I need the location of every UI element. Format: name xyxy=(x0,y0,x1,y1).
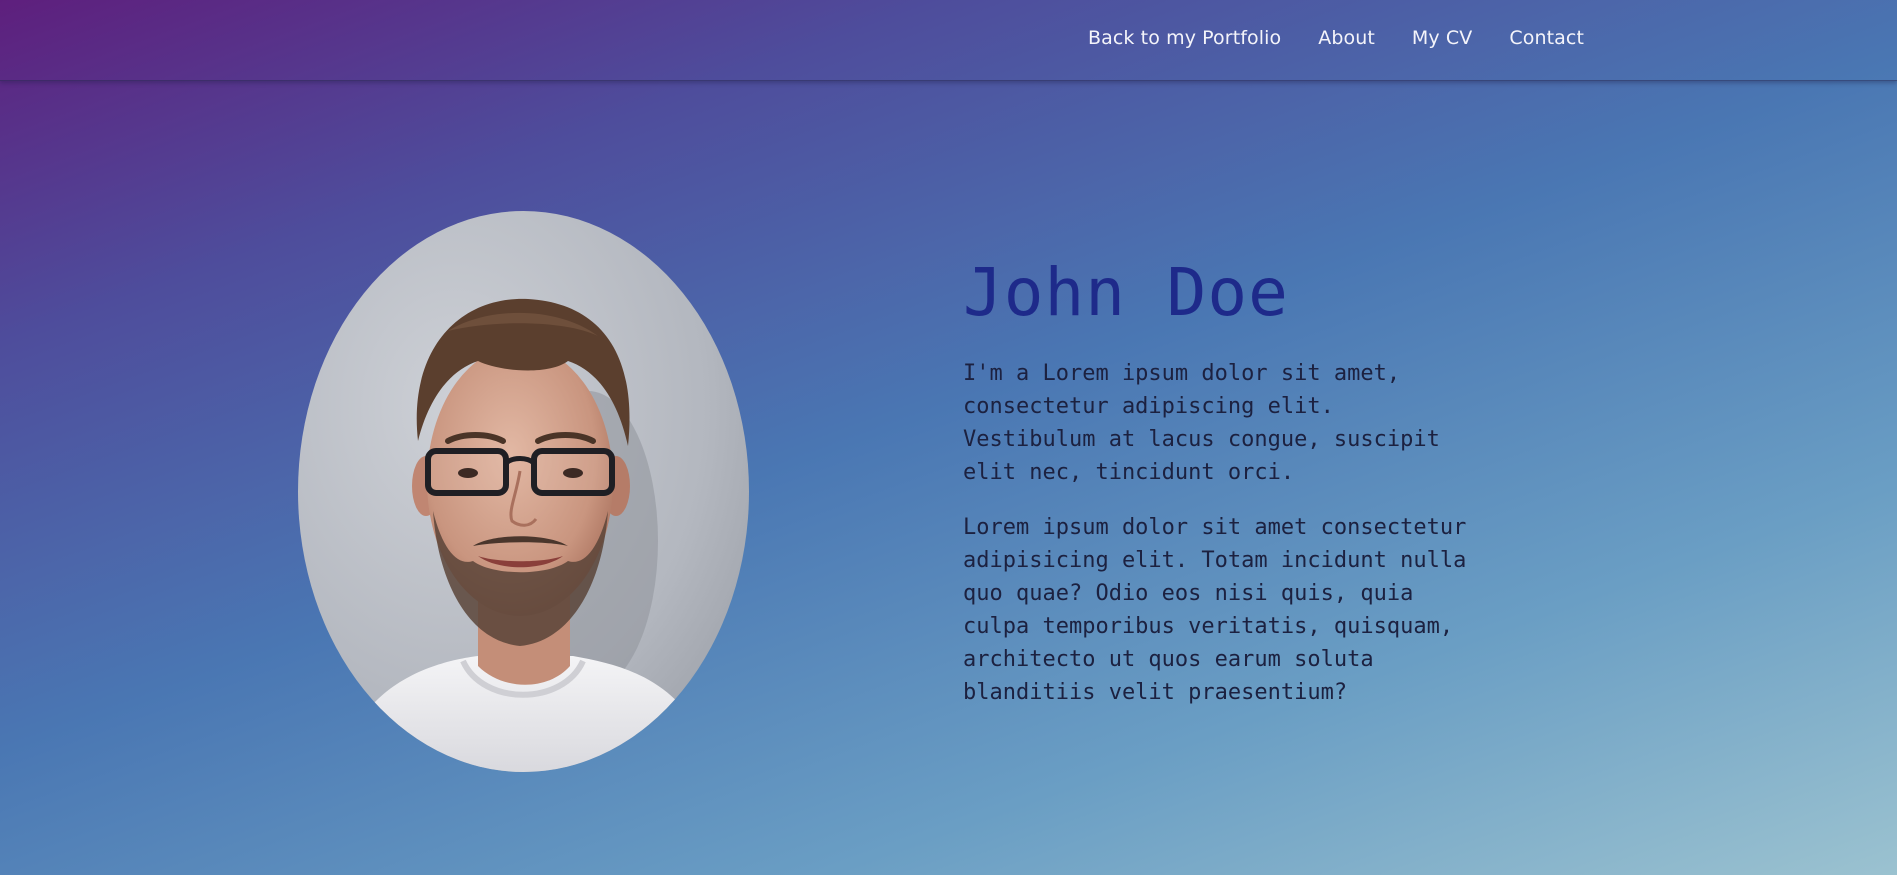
bio-paragraph-2: Lorem ipsum dolor sit amet consectetur a… xyxy=(963,515,1467,705)
nav-link-portfolio[interactable]: Back to my Portfolio xyxy=(1088,27,1281,49)
nav-link-contact[interactable]: Contact xyxy=(1509,27,1584,49)
profile-photo xyxy=(298,211,749,772)
nav-links: Back to my Portfolio About My CV Contact xyxy=(1088,27,1584,49)
navbar: Back to my Portfolio About My CV Contact xyxy=(0,0,1897,81)
nav-link-about[interactable]: About xyxy=(1318,27,1375,49)
profile-name: John Doe xyxy=(963,254,1289,331)
bio-paragraph-1: I'm a Lorem ipsum dolor sit amet, consec… xyxy=(963,361,1440,485)
bio-section: John Doe I'm a Lorem ipsum dolor sit ame… xyxy=(963,250,1523,709)
nav-link-cv[interactable]: My CV xyxy=(1412,27,1472,49)
